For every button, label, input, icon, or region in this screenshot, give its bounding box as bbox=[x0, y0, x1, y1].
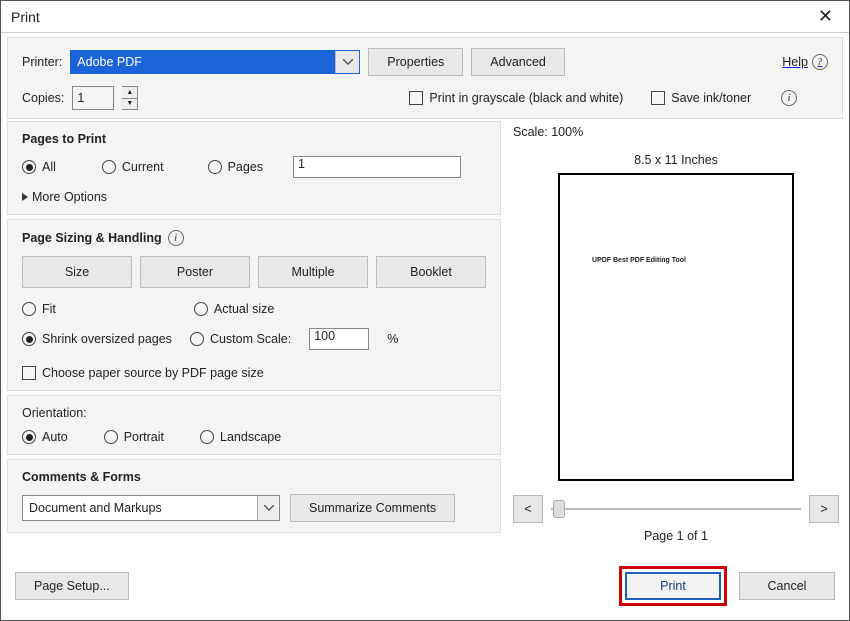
slider-thumb[interactable] bbox=[553, 500, 565, 518]
radio-shrink[interactable]: Shrink oversized pages bbox=[22, 332, 172, 346]
titlebar: Print ✕ bbox=[1, 1, 849, 33]
pages-input[interactable]: 1 bbox=[293, 156, 461, 178]
tab-multiple[interactable]: Multiple bbox=[258, 256, 368, 288]
copies-input[interactable]: 1 bbox=[72, 86, 114, 110]
summarize-comments-button[interactable]: Summarize Comments bbox=[290, 494, 455, 522]
tab-poster[interactable]: Poster bbox=[140, 256, 250, 288]
radio-icon bbox=[190, 332, 204, 346]
radio-icon bbox=[22, 302, 36, 316]
radio-custom-scale[interactable]: Custom Scale: bbox=[190, 332, 291, 346]
radio-icon bbox=[22, 160, 36, 174]
copies-spinner[interactable]: ▲ ▼ bbox=[122, 86, 138, 110]
close-icon[interactable]: ✕ bbox=[812, 4, 839, 29]
radio-icon bbox=[102, 160, 116, 174]
preview-panel: Scale: 100% 8.5 x 11 Inches UPDF Best PD… bbox=[507, 121, 843, 550]
cancel-button[interactable]: Cancel bbox=[739, 572, 835, 600]
printer-value: Adobe PDF bbox=[77, 55, 142, 69]
comments-title: Comments & Forms bbox=[22, 470, 486, 484]
pages-title: Pages to Print bbox=[22, 132, 486, 146]
next-page-button[interactable]: > bbox=[809, 495, 839, 523]
help-label: Help bbox=[782, 55, 808, 69]
tab-size[interactable]: Size bbox=[22, 256, 132, 288]
advanced-button[interactable]: Advanced bbox=[471, 48, 565, 76]
radio-pages[interactable]: Pages bbox=[208, 160, 263, 174]
radio-icon bbox=[200, 430, 214, 444]
checkbox-icon bbox=[651, 91, 665, 105]
orientation-title: Orientation: bbox=[22, 406, 486, 420]
grayscale-checkbox[interactable]: Print in grayscale (black and white) bbox=[409, 91, 623, 105]
radio-current[interactable]: Current bbox=[102, 160, 164, 174]
dialog-title: Print bbox=[11, 9, 40, 25]
comments-select[interactable]: Document and Markups bbox=[22, 495, 280, 521]
radio-icon bbox=[194, 302, 208, 316]
page-sizing-panel: Page Sizing & Handling i Size Poster Mul… bbox=[7, 219, 501, 391]
checkbox-icon bbox=[409, 91, 423, 105]
radio-fit[interactable]: Fit bbox=[22, 302, 56, 316]
radio-landscape[interactable]: Landscape bbox=[200, 430, 281, 444]
print-highlight: Print bbox=[619, 566, 727, 606]
info-icon[interactable]: i bbox=[781, 90, 797, 106]
sizing-title: Page Sizing & Handling i bbox=[22, 230, 486, 246]
radio-icon bbox=[104, 430, 118, 444]
radio-all[interactable]: All bbox=[22, 160, 56, 174]
printer-toolbar: Printer: Adobe PDF Properties Advanced H… bbox=[7, 37, 843, 119]
radio-auto[interactable]: Auto bbox=[22, 430, 68, 444]
radio-icon bbox=[208, 160, 222, 174]
custom-scale-input[interactable]: 100 bbox=[309, 328, 369, 350]
page-setup-button[interactable]: Page Setup... bbox=[15, 572, 129, 600]
preview-content-text: UPDF Best PDF Editing Tool bbox=[592, 257, 686, 264]
paper-source-checkbox[interactable]: Choose paper source by PDF page size bbox=[22, 366, 486, 380]
radio-portrait[interactable]: Portrait bbox=[104, 430, 164, 444]
saveink-label: Save ink/toner bbox=[671, 91, 751, 105]
grayscale-label: Print in grayscale (black and white) bbox=[429, 91, 623, 105]
tab-booklet[interactable]: Booklet bbox=[376, 256, 486, 288]
pages-to-print-panel: Pages to Print All Current Pages 1 More … bbox=[7, 121, 501, 215]
copies-label: Copies: bbox=[22, 91, 64, 105]
properties-button[interactable]: Properties bbox=[368, 48, 463, 76]
page-counter: Page 1 of 1 bbox=[513, 529, 839, 543]
paper-size-label: 8.5 x 11 Inches bbox=[513, 153, 839, 167]
printer-label: Printer: bbox=[22, 55, 62, 69]
chevron-down-icon[interactable] bbox=[257, 496, 279, 520]
print-dialog: Print ✕ Printer: Adobe PDF Properties Ad… bbox=[0, 0, 850, 621]
page-slider[interactable] bbox=[551, 508, 801, 510]
radio-actual-size[interactable]: Actual size bbox=[194, 302, 274, 316]
spinner-up-icon[interactable]: ▲ bbox=[122, 87, 137, 99]
spinner-down-icon[interactable]: ▼ bbox=[122, 99, 137, 110]
percent-label: % bbox=[387, 332, 398, 346]
checkbox-icon bbox=[22, 366, 36, 380]
orientation-panel: Orientation: Auto Portrait Landscape bbox=[7, 395, 501, 455]
more-options-toggle[interactable]: More Options bbox=[22, 190, 486, 204]
saveink-checkbox[interactable]: Save ink/toner bbox=[651, 91, 751, 105]
prev-page-button[interactable]: < bbox=[513, 495, 543, 523]
print-button[interactable]: Print bbox=[625, 572, 721, 600]
comments-forms-panel: Comments & Forms Document and Markups Su… bbox=[7, 459, 501, 533]
scale-label: Scale: 100% bbox=[513, 125, 839, 139]
radio-icon bbox=[22, 430, 36, 444]
radio-icon bbox=[22, 332, 36, 346]
info-icon[interactable]: i bbox=[168, 230, 184, 246]
page-preview: UPDF Best PDF Editing Tool bbox=[558, 173, 794, 481]
triangle-right-icon bbox=[22, 193, 28, 201]
help-link[interactable]: Help ? bbox=[782, 54, 828, 70]
help-icon: ? bbox=[812, 54, 828, 70]
printer-select[interactable]: Adobe PDF bbox=[70, 50, 360, 74]
dialog-footer: Page Setup... Print Cancel bbox=[1, 556, 849, 620]
chevron-down-icon[interactable] bbox=[335, 51, 359, 73]
